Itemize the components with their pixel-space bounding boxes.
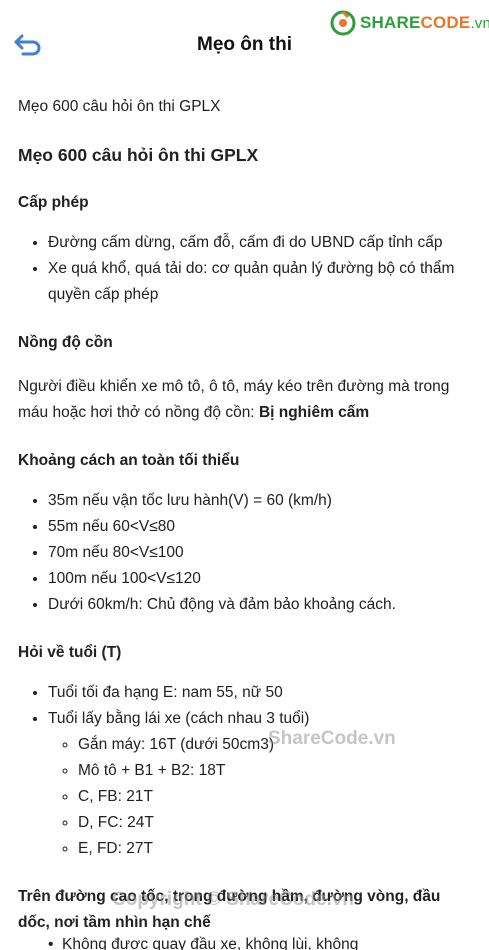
section-heading-khoang-cach: Khoảng cách an toàn tối thiểu xyxy=(18,452,240,469)
brand-text-share: SHARE xyxy=(360,13,421,32)
khoang-cach-list: 35m nếu vận tốc lưu hành(V) = 60 (km/h) … xyxy=(18,488,473,618)
page-title: Mẹo ôn thi xyxy=(197,34,292,55)
list-item: Tuổi tối đa hạng E: nam 55, nữ 50 xyxy=(48,680,473,706)
partial-list-item: • Không được quay đầu xe, không lùi, khô… xyxy=(48,936,368,950)
list-item: Xe quá khổ, quá tải do: cơ quản quản lý … xyxy=(48,256,473,308)
tuoi-sub-list: Gắn máy: 16T (dưới 50cm3) Mô tô + B1 + B… xyxy=(48,732,473,862)
list-item: 55m nếu 60<V≤80 xyxy=(48,514,473,540)
list-item: 35m nếu vận tốc lưu hành(V) = 60 (km/h) xyxy=(48,488,473,514)
brand-text-code: CODE xyxy=(420,13,471,32)
main-heading: Mẹo 600 câu hỏi ôn thi GPLX xyxy=(18,145,259,165)
sub-list-item: E, FD: 27T xyxy=(78,836,473,862)
list-item: Đường cấm dừng, cấm đỗ, cấm đi do UBND c… xyxy=(48,230,473,256)
brand-text-domain: .vn xyxy=(470,14,489,32)
nong-do-con-bold: Bị nghiêm cấm xyxy=(258,404,370,421)
section-heading-cap-phep: Cấp phép xyxy=(18,194,89,211)
list-item: 100m nếu 100<V≤120 xyxy=(48,566,473,592)
app-header: Mẹo ôn thi SHARE CODE .vn xyxy=(0,0,489,90)
section-heading-nong-do-con: Nồng độ cồn xyxy=(18,334,113,351)
section-heading-tuoi: Hỏi về tuổi (T) xyxy=(18,644,122,661)
sub-list-item: C, FB: 21T xyxy=(78,784,473,810)
partial-list-item-text: Không được quay đầu xe, không lùi, không… xyxy=(62,936,359,950)
tuoi-list: Tuổi tối đa hạng E: nam 55, nữ 50 Tuổi l… xyxy=(18,680,473,862)
watermark-mid: ShareCode.vn xyxy=(268,728,396,749)
list-item: Tuổi lấy bằng lái xe (cách nhau 3 tuổi) … xyxy=(48,706,473,862)
intro-text: Mẹo 600 câu hỏi ôn thi GPLX xyxy=(18,98,221,115)
sharecode-logo-icon xyxy=(330,10,356,36)
sub-list-item: Mô tô + B1 + B2: 18T xyxy=(78,758,473,784)
nong-do-con-text: Người điều khiển xe mô tô, ô tô, máy kéo… xyxy=(18,378,450,421)
list-item: Dưới 60km/h: Chủ động và đảm bảo khoảng … xyxy=(48,592,473,618)
list-item-text: Tuổi lấy bằng lái xe (cách nhau 3 tuổi) xyxy=(48,710,310,727)
watermark-bottom: Copyright © ShareCode.vn xyxy=(112,889,355,910)
article-content: Mẹo 600 câu hỏi ôn thi GPLX Mẹo 600 câu … xyxy=(18,90,473,936)
sub-list-item: D, FC: 24T xyxy=(78,810,473,836)
list-item: 70m nếu 80<V≤100 xyxy=(48,540,473,566)
nong-do-con-paragraph: Người điều khiển xe mô tô, ô tô, máy kéo… xyxy=(18,374,473,426)
cap-phep-list: Đường cấm dừng, cấm đỗ, cấm đi do UBND c… xyxy=(18,230,473,308)
brand-logo: SHARE CODE .vn xyxy=(330,10,489,36)
